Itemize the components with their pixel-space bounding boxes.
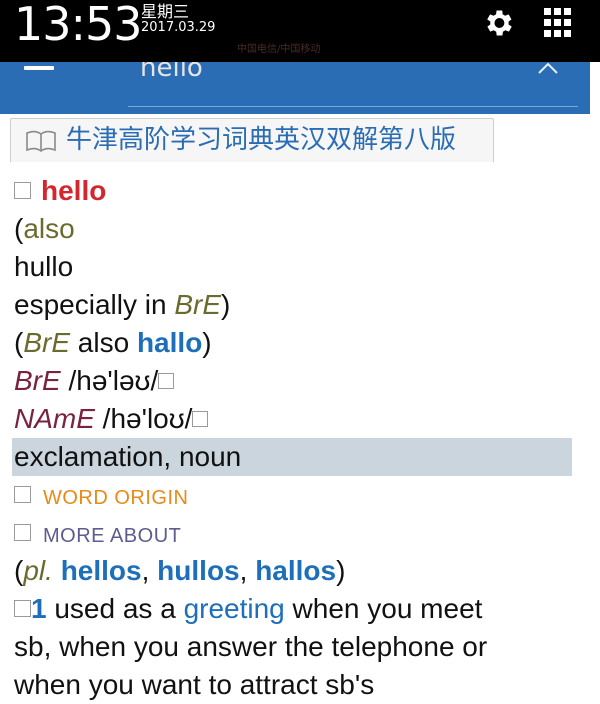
status-date: 2017.03.29: [141, 20, 216, 35]
comma: ,: [239, 555, 256, 586]
dictionary-tab-label: 牛津高阶学习词典英汉双解第八版: [66, 125, 457, 155]
checkbox-icon[interactable]: [14, 182, 31, 200]
status-date-block: 星期三 2017.03.29: [141, 4, 215, 36]
headword: hello: [41, 175, 107, 206]
region-label: BrE: [23, 327, 71, 358]
pron-name-line: NAmE /hə'loʊ/: [14, 400, 586, 438]
entry-content: hello (also hullo especially in BrE) (Br…: [12, 172, 586, 704]
part-of-speech: exclamation, noun: [14, 441, 242, 472]
pron-region-label: BrE: [14, 365, 61, 396]
paren: (: [14, 555, 24, 586]
dictionary-tab[interactable]: 牛津高阶学习词典英汉双解第八版: [10, 118, 494, 162]
expand-checkbox-icon[interactable]: [14, 486, 31, 504]
definition-line-3: when you want to attract sb's: [14, 666, 586, 704]
book-icon: [26, 130, 56, 152]
status-time: 13:53: [14, 0, 143, 51]
plural-form: hullos: [157, 555, 240, 586]
definition-line-1: 1 used as a greeting when you meet: [14, 590, 586, 628]
plural-line: (pl. hellos, hullos, hallos): [14, 552, 586, 590]
status-weekday: 星期三: [141, 2, 190, 21]
audio-icon[interactable]: [192, 410, 209, 427]
plural-label: pl.: [23, 555, 53, 586]
expand-checkbox-icon[interactable]: [14, 524, 31, 542]
especially-text: especially in: [14, 289, 175, 320]
status-bar: 13:53 星期三 2017.03.29 中国电信/中国移动: [0, 0, 600, 62]
search-input[interactable]: hello: [140, 62, 203, 84]
menu-icon[interactable]: [24, 66, 54, 70]
plural-form: hellos: [60, 555, 142, 586]
word-origin-label[interactable]: WORD ORIGIN: [43, 487, 189, 509]
part-of-speech-bar: exclamation, noun: [12, 438, 572, 476]
paren: ): [336, 555, 346, 586]
sense-number: 1: [31, 593, 47, 624]
checkbox-icon[interactable]: [14, 600, 31, 618]
definition-link[interactable]: greeting: [184, 593, 285, 624]
paren: (: [14, 327, 24, 358]
more-about-label[interactable]: MORE ABOUT: [43, 525, 181, 547]
bre-variant-line: (BrE also hallo): [14, 324, 586, 362]
apps-grid-icon[interactable]: [544, 8, 574, 38]
pron-bre-line: BrE /hə'ləʊ/: [14, 362, 586, 400]
variant-link[interactable]: hallo: [137, 327, 202, 358]
word-origin-row[interactable]: WORD ORIGIN: [14, 476, 586, 514]
comma: ,: [141, 555, 158, 586]
definition-text: used as a: [46, 593, 184, 624]
paren: ): [202, 327, 212, 358]
pron-region-label: NAmE: [14, 403, 95, 434]
search-underline: [128, 106, 578, 107]
definition-text: when you want to attract sb's: [14, 669, 375, 700]
also-label: also: [23, 213, 75, 244]
pronunciation: /hə'ləʊ/: [60, 365, 159, 396]
also-line: (also: [14, 210, 586, 248]
chevron-up-icon[interactable]: [536, 62, 560, 80]
region-label: BrE: [174, 289, 221, 320]
also-word: also: [70, 327, 137, 358]
more-about-row[interactable]: MORE ABOUT: [14, 514, 586, 552]
gear-icon[interactable]: [481, 6, 515, 40]
definition-text: sb, when you answer the telephone or: [14, 631, 488, 662]
audio-icon[interactable]: [158, 372, 175, 389]
status-carrier: 中国电信/中国移动: [237, 44, 321, 55]
definition-line-2: sb, when you answer the telephone or: [14, 628, 586, 666]
paren: (: [14, 213, 24, 244]
variant-line: hullo: [14, 248, 586, 286]
variant-spelling: hullo: [14, 251, 74, 282]
region-line: especially in BrE): [14, 286, 586, 324]
paren: ): [221, 289, 231, 320]
headword-line: hello: [14, 172, 586, 210]
plural-form: hallos: [255, 555, 337, 586]
definition-text: when you meet: [284, 593, 483, 624]
app-bar: hello: [0, 62, 590, 114]
pronunciation: /hə'loʊ/: [94, 403, 193, 434]
